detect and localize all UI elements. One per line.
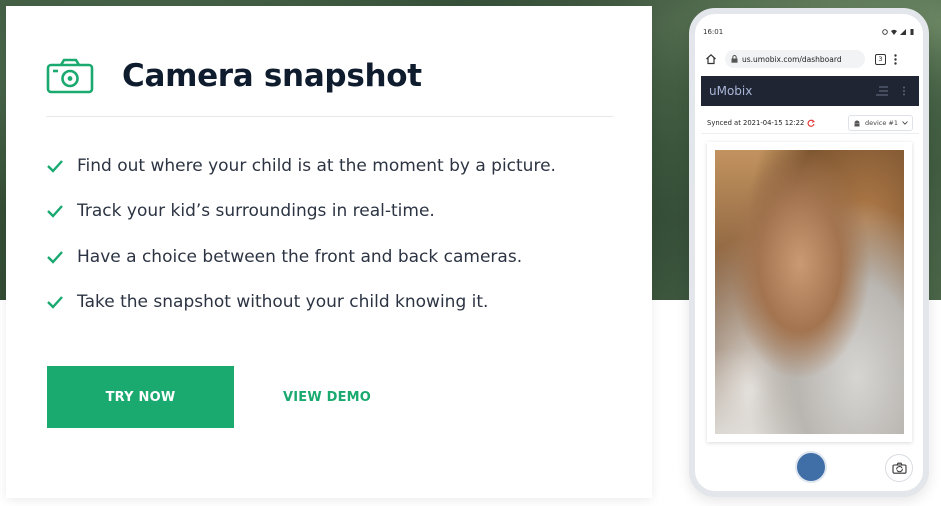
browser-menu-icon[interactable] — [894, 53, 897, 65]
view-demo-link[interactable]: VIEW DEMO — [268, 366, 386, 428]
sync-status: Synced at 2021-04-15 12:22 — [707, 118, 816, 127]
switch-camera-button[interactable] — [885, 454, 913, 482]
sync-row: Synced at 2021-04-15 12:22 device #1 — [701, 112, 919, 134]
chevron-down-icon — [902, 120, 908, 125]
feature-text: Take the snapshot without your child kno… — [77, 292, 489, 312]
address-bar[interactable]: us.umobix.com/dashboard — [725, 50, 865, 68]
tab-switcher-button[interactable]: 3 — [875, 53, 886, 65]
feature-item: Have a choice between the front and back… — [46, 245, 556, 268]
android-icon — [854, 120, 860, 126]
feature-list: Find out where your child is at the mome… — [46, 154, 556, 336]
camera-icon — [46, 58, 94, 94]
feature-text: Find out where your child is at the mome… — [77, 155, 556, 176]
feature-text: Have a choice between the front and back… — [77, 246, 523, 267]
device-label: device #1 — [865, 118, 898, 127]
status-time: 16:01 — [703, 28, 724, 36]
feature-card: Camera snapshot Find out where your chil… — [6, 6, 652, 498]
snapshot-frame — [707, 142, 912, 442]
feature-item: Take the snapshot without your child kno… — [46, 291, 556, 314]
signal-icon — [900, 29, 906, 35]
menu-icon[interactable] — [875, 86, 889, 96]
take-snapshot-button[interactable] — [795, 451, 827, 483]
try-now-button[interactable]: TRY NOW — [47, 366, 234, 428]
snapshot-photo — [715, 150, 904, 434]
synced-text: Synced at 2021-04-15 12:22 — [707, 118, 805, 127]
page-title: Camera snapshot — [122, 58, 422, 94]
title-row: Camera snapshot — [46, 58, 422, 94]
refresh-icon[interactable] — [807, 119, 816, 127]
lock-icon — [731, 55, 738, 63]
feature-item: Find out where your child is at the mome… — [46, 154, 556, 177]
app-header: uMobix — [701, 76, 919, 106]
brand-logo: uMobix — [709, 84, 753, 98]
check-icon — [47, 205, 63, 218]
battery-icon — [910, 29, 914, 35]
check-icon — [47, 250, 63, 264]
device-select[interactable]: device #1 — [848, 114, 913, 131]
header-icons — [875, 86, 911, 96]
phone-mockup: 16:01 us.umobix.com/dashboard 3 uMobix S… — [689, 8, 929, 497]
wifi-icon — [891, 29, 897, 35]
more-icon[interactable] — [897, 86, 911, 96]
check-icon — [47, 159, 63, 173]
feature-text: Track your kid’s surroundings in real-ti… — [77, 201, 435, 221]
switch-camera-icon — [891, 462, 907, 474]
check-icon — [47, 296, 63, 309]
divider — [46, 116, 613, 117]
url-text: us.umobix.com/dashboard — [742, 54, 842, 64]
alarm-icon — [882, 29, 888, 35]
status-icons — [882, 29, 915, 35]
status-bar: 16:01 — [703, 26, 915, 38]
feature-item: Track your kid’s surroundings in real-ti… — [46, 200, 556, 223]
home-icon[interactable] — [705, 53, 717, 65]
browser-url-row: us.umobix.com/dashboard 3 — [701, 48, 919, 70]
